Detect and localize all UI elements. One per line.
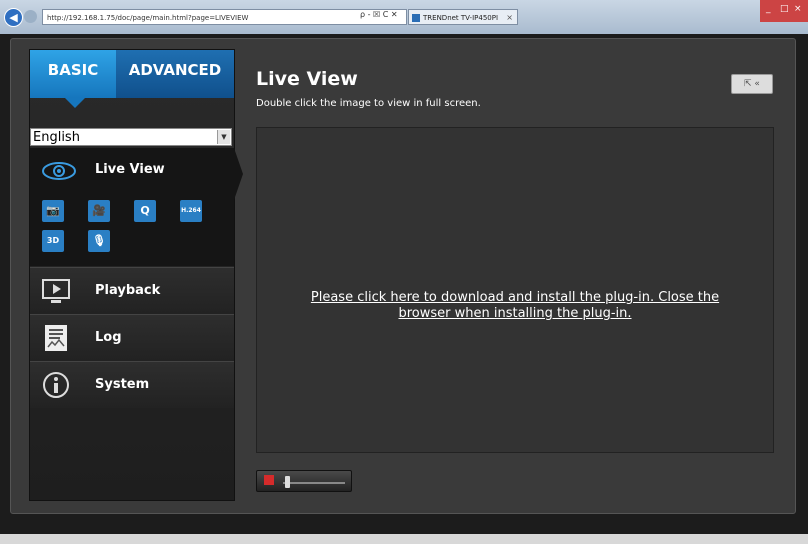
- record-icon[interactable]: 🎥: [88, 200, 110, 222]
- mode-tabs: BASIC ADVANCED: [30, 50, 234, 108]
- maximize-icon[interactable]: □: [780, 4, 789, 14]
- back-icon[interactable]: ◀: [4, 8, 23, 27]
- address-bar[interactable]: http://192.168.1.75/doc/page/main.html?p…: [42, 9, 407, 25]
- browser-chrome: ◀ http://192.168.1.75/doc/page/main.html…: [0, 0, 808, 34]
- chevron-down-icon[interactable]: ▼: [217, 130, 230, 144]
- speaker-icon[interactable]: [264, 475, 274, 485]
- tab-basic[interactable]: BASIC: [30, 50, 116, 108]
- forward-icon[interactable]: [24, 10, 37, 23]
- system-label: System: [95, 377, 150, 392]
- tab-advanced[interactable]: ADVANCED: [116, 50, 234, 98]
- 3d-zoom-icon[interactable]: 3D: [42, 230, 64, 252]
- log-icon: [45, 325, 67, 351]
- zoom-icon[interactable]: Q: [134, 200, 156, 222]
- microphone-icon[interactable]: 🎙: [88, 230, 110, 252]
- sidebar-item-log[interactable]: Log: [30, 314, 234, 361]
- live-view-label: Live View: [95, 162, 165, 177]
- plugin-download-link[interactable]: Please click here to download and instal…: [287, 290, 743, 322]
- sidebar-item-live-view[interactable]: Live View 📷 🎥 Q H.264 3D 🎙: [30, 148, 243, 266]
- browser-tab[interactable]: TRENDnet TV-IP450PI ×: [408, 9, 518, 25]
- volume-control[interactable]: [256, 470, 352, 492]
- minimize-icon[interactable]: _: [766, 4, 771, 14]
- page-subtitle: Double click the image to view in full s…: [256, 98, 481, 109]
- sidebar-item-playback[interactable]: Playback: [30, 267, 234, 314]
- log-label: Log: [95, 330, 122, 345]
- volume-slider-handle[interactable]: [285, 476, 290, 488]
- volume-track[interactable]: [283, 482, 345, 484]
- sidebar-item-system[interactable]: System: [30, 361, 234, 408]
- sidebar: BASIC ADVANCED English ▼ Live View 📷 🎥 Q…: [29, 49, 243, 501]
- browser-status-bar: [0, 534, 808, 544]
- page-title: Live View: [256, 68, 358, 90]
- codec-icon[interactable]: H.264: [180, 200, 202, 222]
- tab-title: TRENDnet TV-IP450PI: [423, 14, 499, 22]
- eye-icon: [42, 162, 76, 180]
- snapshot-icon[interactable]: 📷: [42, 200, 64, 222]
- video-viewer[interactable]: Please click here to download and instal…: [256, 127, 774, 453]
- language-value: English: [33, 130, 80, 145]
- playback-label: Playback: [95, 283, 161, 298]
- fullscreen-button[interactable]: ⇱ «: [731, 74, 773, 94]
- window-controls[interactable]: _ □ ×: [760, 0, 808, 22]
- site-icon: [412, 14, 420, 22]
- close-tab-icon[interactable]: ×: [506, 10, 513, 24]
- playback-icon: [42, 279, 70, 303]
- address-controls[interactable]: ρ - ☒ C ✕: [360, 10, 398, 19]
- close-window-icon[interactable]: ×: [794, 4, 802, 14]
- language-select[interactable]: English ▼: [30, 128, 232, 146]
- info-icon: [43, 372, 69, 398]
